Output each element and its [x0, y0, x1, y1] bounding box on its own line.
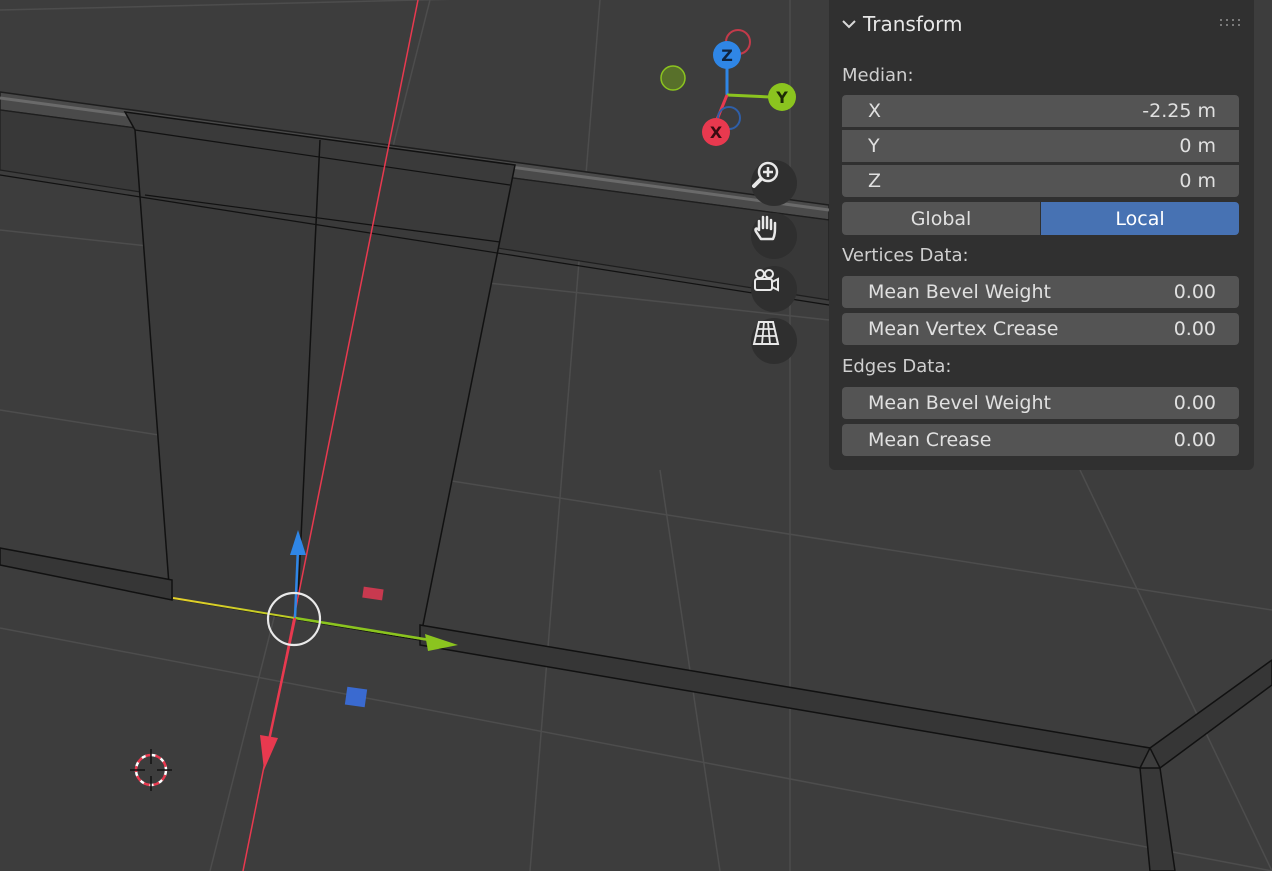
- panel-title: Transform: [863, 12, 963, 36]
- yz-plane-handle: [344, 686, 368, 708]
- x-arrow-handle: [260, 735, 278, 770]
- x-axis-label: X: [710, 123, 723, 142]
- perspective-toggle-button[interactable]: [751, 318, 797, 364]
- field-label: X: [868, 100, 882, 122]
- global-button[interactable]: Global: [842, 202, 1040, 235]
- perspective-grid-icon: [752, 321, 780, 345]
- transform-panel: Transform Median: X -2.25 m Y 0 m Z 0 m …: [829, 0, 1254, 470]
- field-label: Mean Crease: [868, 429, 992, 451]
- field-label: Z: [868, 170, 882, 192]
- edge-crease-field[interactable]: Mean Crease 0.00: [842, 424, 1239, 456]
- neg-y-ball: [660, 65, 686, 91]
- pan-button[interactable]: [751, 213, 797, 259]
- field-value: 0 m: [1179, 135, 1216, 157]
- median-y-field[interactable]: Y 0 m: [842, 130, 1239, 162]
- field-label: Y: [868, 135, 880, 157]
- drag-grip-icon[interactable]: [1220, 18, 1240, 28]
- panel-header[interactable]: Transform: [829, 0, 1254, 50]
- pan-hand-icon: [754, 215, 777, 241]
- space-toggle: Global Local: [842, 202, 1239, 235]
- 3d-cursor[interactable]: [130, 749, 172, 791]
- field-value: -2.25 m: [1142, 100, 1216, 122]
- median-x-field[interactable]: X -2.25 m: [842, 95, 1239, 127]
- vertex-bevel-weight-field[interactable]: Mean Bevel Weight 0.00: [842, 276, 1239, 308]
- field-label: Mean Vertex Crease: [868, 318, 1059, 340]
- field-value: 0.00: [1173, 429, 1216, 451]
- field-label: Mean Bevel Weight: [868, 392, 1051, 414]
- median-z-field[interactable]: Z 0 m: [842, 165, 1239, 197]
- field-value: 0.00: [1173, 392, 1216, 414]
- vertices-data-label: Vertices Data:: [842, 245, 969, 266]
- zoom-button[interactable]: [751, 160, 797, 206]
- local-button[interactable]: Local: [1041, 202, 1239, 235]
- orientation-gizmo[interactable]: Z Y X: [660, 29, 796, 146]
- median-label: Median:: [842, 65, 914, 86]
- field-value: 0 m: [1179, 170, 1216, 192]
- chevron-down-icon[interactable]: [841, 14, 857, 34]
- camera-view-button[interactable]: [751, 266, 797, 312]
- zoom-icon: [752, 161, 779, 188]
- field-label: Mean Bevel Weight: [868, 281, 1051, 303]
- edges-data-label: Edges Data:: [842, 356, 952, 377]
- y-axis-label: Y: [775, 88, 788, 107]
- z-axis-label: Z: [721, 46, 733, 65]
- vertex-crease-field[interactable]: Mean Vertex Crease 0.00: [842, 313, 1239, 345]
- camera-icon: [754, 269, 779, 292]
- field-value: 0.00: [1173, 318, 1216, 340]
- edge-bevel-weight-field[interactable]: Mean Bevel Weight 0.00: [842, 387, 1239, 419]
- field-value: 0.00: [1173, 281, 1216, 303]
